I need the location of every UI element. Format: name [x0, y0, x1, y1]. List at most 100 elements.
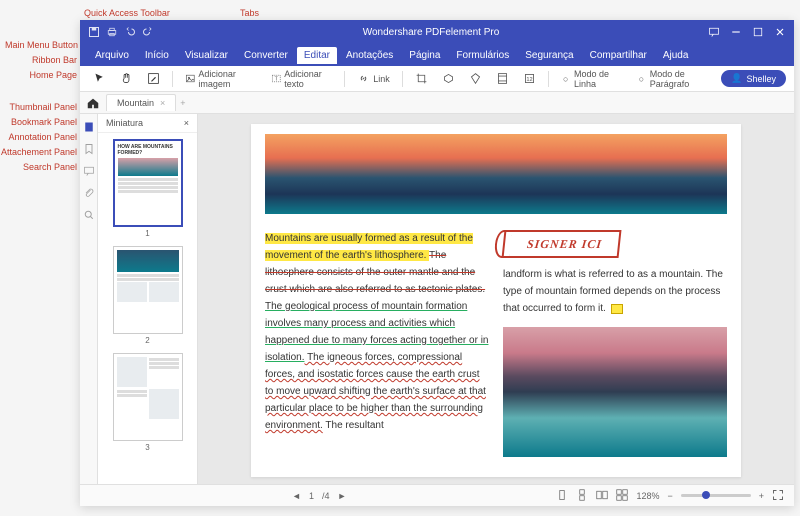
watermark-tool[interactable] [437, 69, 460, 88]
zoom-value: 128% [636, 491, 659, 501]
window-title: Wondershare PDFelement Pro [154, 27, 708, 38]
view-facing-cont-icon[interactable] [616, 489, 628, 503]
next-page-icon[interactable]: ► [337, 491, 346, 501]
select-tool[interactable] [88, 69, 111, 88]
menu-compartilhar[interactable]: Compartilhar [583, 47, 654, 64]
header-footer-tool[interactable] [491, 69, 514, 88]
menu-editar[interactable]: Editar [297, 47, 337, 64]
titlebar: Wondershare PDFelement Pro [80, 20, 794, 44]
content-image [503, 327, 727, 457]
stamp-annotation[interactable]: SIGNER ICI [502, 230, 622, 258]
qat-undo-icon[interactable] [124, 26, 136, 38]
text-column-left: Mountains are usually formed as a result… [265, 230, 489, 457]
tab-add-icon[interactable]: + [180, 98, 185, 108]
thumbnail-panel-icon[interactable] [83, 120, 95, 132]
view-facing-icon[interactable] [596, 489, 608, 503]
thumbnail-list[interactable]: HOW ARE MOUNTAINS FORMED? 1 2 3 [98, 133, 197, 484]
thumbnail-panel: Miniatura× HOW ARE MOUNTAINS FORMED? 1 2… [98, 114, 198, 484]
mode-line-button[interactable]: ○Modo de Linha [555, 66, 627, 92]
menubar: Arquivo Início Visualizar Converter Edit… [80, 44, 794, 66]
annot-search: Search Panel [0, 162, 77, 172]
menu-inicio[interactable]: Início [138, 47, 176, 64]
annot-annotation: Annotation Panel [0, 132, 77, 142]
sticky-note-icon[interactable] [611, 304, 623, 314]
separator [548, 71, 549, 87]
annot-tabs: Tabs [240, 8, 259, 18]
close-button[interactable] [774, 26, 786, 38]
prev-page-icon[interactable]: ◄ [292, 491, 301, 501]
qat-print-icon[interactable] [106, 26, 118, 38]
svg-text:12: 12 [526, 77, 532, 83]
pdf-page: Mountains are usually formed as a result… [251, 124, 741, 477]
annot-qat: Quick Access Toolbar [84, 8, 170, 18]
zoom-slider[interactable] [681, 494, 751, 497]
minimize-button[interactable] [730, 26, 742, 38]
menu-seguranca[interactable]: Segurança [518, 47, 580, 64]
hero-image [265, 134, 727, 214]
tab-close-icon[interactable]: × [160, 98, 165, 108]
annot-mainmenu: Main Menu Button [5, 40, 77, 50]
document-tabbar: Mountain × + [80, 92, 794, 114]
home-icon[interactable] [86, 96, 100, 110]
qat-save-icon[interactable] [88, 26, 100, 38]
annot-thumb: Thumbnail Panel [0, 102, 77, 112]
search-panel-icon[interactable] [83, 208, 95, 220]
fullscreen-icon[interactable] [772, 489, 784, 503]
crop-tool[interactable] [410, 69, 433, 88]
menu-formularios[interactable]: Formulários [449, 47, 516, 64]
app-window: Wondershare PDFelement Pro Arquivo Iníci… [80, 20, 794, 506]
bookmark-panel-icon[interactable] [83, 142, 95, 154]
add-image-button[interactable]: Adicionar imagem [180, 66, 262, 92]
bates-tool[interactable]: 12 [518, 69, 541, 88]
link-button[interactable]: Link [352, 69, 395, 88]
thumbnail-item[interactable]: 2 [113, 246, 183, 347]
menu-anotacoes[interactable]: Anotações [339, 47, 400, 64]
window-controls [708, 26, 786, 38]
menu-arquivo[interactable]: Arquivo [88, 47, 136, 64]
thumbnail-item[interactable]: HOW ARE MOUNTAINS FORMED? 1 [113, 139, 183, 240]
thumb-page-num: 2 [113, 334, 183, 347]
statusbar: ◄ 1 /4 ► 128% − + [80, 484, 794, 506]
annot-bookmark: Bookmark Panel [0, 117, 77, 127]
qat-redo-icon[interactable] [142, 26, 154, 38]
workspace: Miniatura× HOW ARE MOUNTAINS FORMED? 1 2… [80, 114, 794, 484]
thumbnail-header: Miniatura× [98, 114, 197, 133]
add-text-button[interactable]: TAdicionar texto [266, 66, 338, 92]
text-column-right: SIGNER ICI landform is what is referred … [503, 230, 727, 457]
page-current[interactable]: 1 [309, 491, 314, 501]
menu-pagina[interactable]: Página [402, 47, 447, 64]
user-account[interactable]: 👤Shelley [721, 70, 786, 87]
mode-paragraph-button[interactable]: ○Modo de Parágrafo [631, 66, 717, 92]
thumb-page-num: 3 [113, 441, 183, 454]
zoom-in-icon[interactable]: + [759, 491, 764, 501]
side-panel [80, 114, 98, 484]
menu-ajuda[interactable]: Ajuda [656, 47, 696, 64]
zoom-out-icon[interactable]: − [667, 491, 672, 501]
maximize-button[interactable] [752, 26, 764, 38]
feedback-icon[interactable] [708, 26, 720, 38]
document-tab[interactable]: Mountain × [106, 94, 176, 111]
annotation-panel-icon[interactable] [83, 164, 95, 176]
thumb-page-num: 1 [113, 227, 183, 240]
menu-converter[interactable]: Converter [237, 47, 295, 64]
thumbnail-item[interactable]: 3 [113, 353, 183, 454]
annot-attachment: Attachement Panel [0, 147, 77, 157]
quick-access-toolbar [88, 26, 154, 38]
annot-home: Home Page [5, 70, 77, 80]
menu-visualizar[interactable]: Visualizar [178, 47, 235, 64]
ribbon-bar: Adicionar imagem TAdicionar texto Link 1… [80, 66, 794, 92]
panel-close-icon[interactable]: × [184, 118, 189, 128]
page-total: /4 [322, 491, 330, 501]
separator [172, 71, 173, 87]
annot-ribbon: Ribbon Bar [5, 55, 77, 65]
document-view[interactable]: Mountains are usually formed as a result… [198, 114, 794, 484]
tab-label: Mountain [117, 98, 154, 108]
separator [402, 71, 403, 87]
edit-tool[interactable] [142, 69, 165, 88]
background-tool[interactable] [464, 69, 487, 88]
view-continuous-icon[interactable] [576, 489, 588, 503]
hand-tool[interactable] [115, 69, 138, 88]
view-single-icon[interactable] [556, 489, 568, 503]
separator [344, 71, 345, 87]
attachment-panel-icon[interactable] [83, 186, 95, 198]
